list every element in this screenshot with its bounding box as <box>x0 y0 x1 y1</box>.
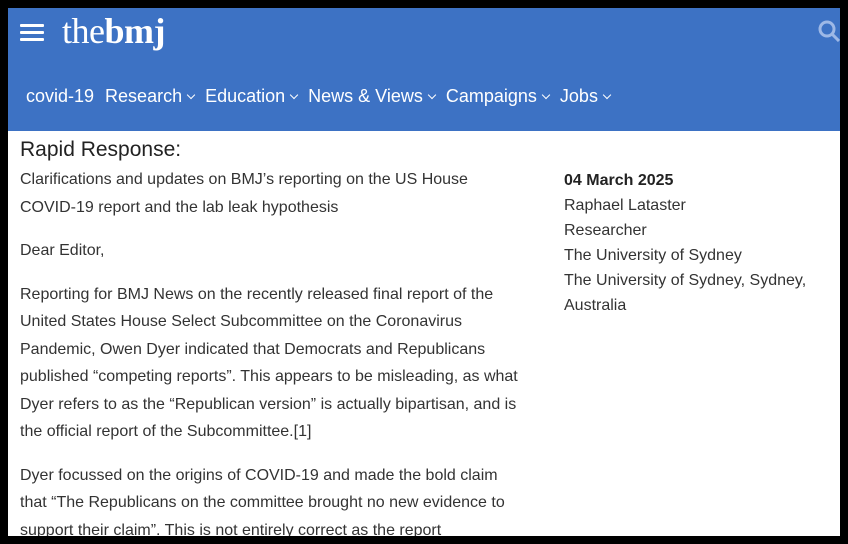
text-line: published “competing reports”. This appe… <box>20 368 518 385</box>
rapid-response-label: Rapid Response: <box>20 138 182 161</box>
logo-the: the <box>62 11 105 51</box>
nav-label: Campaigns <box>445 85 537 106</box>
paragraph-2: Dyer focussed on the origins of COVID-19… <box>20 462 540 537</box>
chevron-down-icon <box>541 90 551 99</box>
browser-viewport: thebmj covid-19 Research Education News … <box>8 8 840 536</box>
chevron-down-icon <box>186 90 196 99</box>
greeting: Dear Editor, <box>20 242 105 259</box>
nav-jobs[interactable]: Jobs <box>559 85 612 107</box>
nav-label: Education <box>205 85 286 106</box>
text-line: Dyer focussed on the origins of COVID-19… <box>20 466 498 484</box>
author-country: Australia <box>564 297 627 314</box>
response-title: Clarifications and updates on BMJ’s repo… <box>20 166 540 221</box>
author-address: The University of Sydney, Sydney, <box>564 272 807 289</box>
response-date: 04 March 2025 <box>564 172 674 189</box>
site-header: thebmj covid-19 Research Education News … <box>8 8 840 131</box>
chevron-down-icon <box>427 90 437 99</box>
text-line: the official report of the Subcommittee.… <box>20 423 312 440</box>
text-line: Reporting for BMJ News on the recently r… <box>20 285 494 303</box>
text-line: United States House Select Subcommittee … <box>20 313 463 330</box>
text-line: Pandemic, Owen Dyer indicated that Democ… <box>20 340 486 358</box>
text-line: that “The Republicans on the committee b… <box>20 494 505 511</box>
nav-education[interactable]: Education <box>205 85 299 107</box>
site-logo[interactable]: thebmj <box>62 8 165 56</box>
nav-covid-19[interactable]: covid-19 <box>26 86 94 107</box>
nav-label: covid-19 <box>26 85 95 106</box>
response-body: Rapid Response: Clarifications and updat… <box>20 136 540 536</box>
nav-label: Research <box>105 85 183 106</box>
hamburger-menu-icon[interactable] <box>20 22 44 42</box>
response-title-line: Clarifications and updates on BMJ’s repo… <box>20 171 468 188</box>
search-icon[interactable] <box>818 20 840 43</box>
main-nav: covid-19 Research Education News & Views… <box>26 84 621 108</box>
author-institution: The University of Sydney <box>564 247 742 264</box>
nav-label: News & Views <box>308 85 423 106</box>
nav-campaigns[interactable]: Campaigns <box>445 85 551 107</box>
nav-research[interactable]: Research <box>105 85 196 107</box>
chevron-down-icon <box>602 90 612 99</box>
nav-news-views[interactable]: News & Views <box>308 85 437 107</box>
text-line: Dyer refers to as the “Republican versio… <box>20 395 517 413</box>
author-info: 04 March 2025 Raphael Lataster Researche… <box>564 168 834 318</box>
paragraph-1: Reporting for BMJ News on the recently r… <box>20 281 540 446</box>
logo-bmj: bmj <box>104 11 165 51</box>
chevron-down-icon <box>289 90 299 99</box>
nav-label: Jobs <box>559 85 598 106</box>
author-name: Raphael Lataster <box>564 197 686 214</box>
author-role: Researcher <box>564 222 647 239</box>
text-line: support their claim”. This is not entire… <box>20 521 442 537</box>
response-title-line: COVID-19 report and the lab leak hypothe… <box>20 198 339 216</box>
